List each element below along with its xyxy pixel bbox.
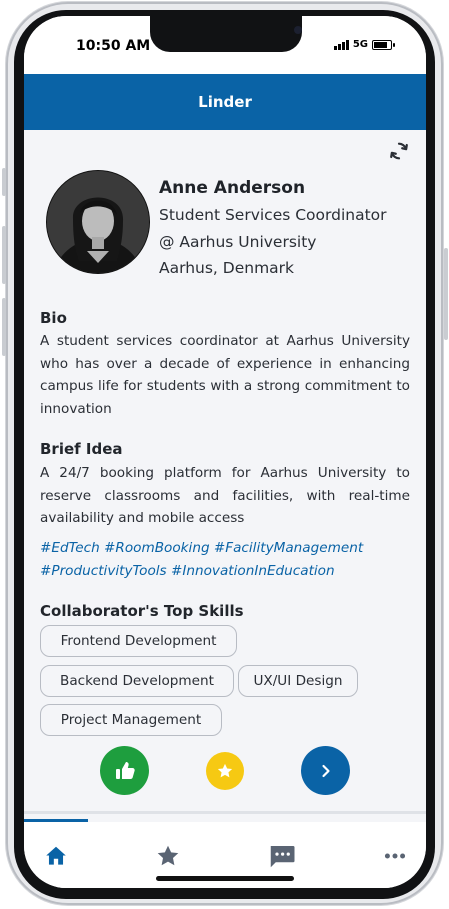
star-icon — [157, 845, 179, 866]
app-screen: 10:50 AM 5G Linder Anne Anderson Student… — [24, 16, 426, 888]
notch — [150, 16, 302, 52]
like-button[interactable] — [100, 746, 149, 795]
status-time: 10:50 AM — [76, 38, 151, 54]
app-title: Linder — [198, 93, 252, 111]
skill-chip: Backend Development — [40, 665, 234, 697]
nav-messages[interactable] — [262, 840, 302, 872]
idea-hashtags[interactable]: #EdTech #RoomBooking #FacilityManagement… — [40, 537, 420, 582]
thumbs-up-icon — [115, 761, 135, 779]
network-type: 5G — [352, 39, 368, 50]
idea-title: Brief Idea — [40, 440, 123, 458]
home-indicator[interactable] — [156, 876, 294, 881]
chat-icon — [270, 846, 295, 868]
profile-role: Student Services Coordinator — [159, 206, 387, 224]
side-button — [2, 168, 6, 196]
battery-icon — [372, 39, 395, 50]
favorite-button[interactable] — [206, 752, 244, 790]
side-button — [444, 248, 448, 340]
nav-more[interactable] — [375, 840, 415, 872]
signal-icon — [333, 39, 349, 50]
home-icon — [46, 846, 66, 865]
more-icon — [384, 853, 406, 859]
skill-chip: Project Management — [40, 704, 222, 736]
bio-text: A student services coordinator at Aarhus… — [40, 333, 410, 417]
skills-title: Collaborator's Top Skills — [40, 602, 244, 620]
status-bar: 10:50 AM 5G — [24, 16, 426, 74]
status-indicators: 5G — [333, 39, 395, 50]
active-tab-indicator — [24, 819, 88, 822]
chevron-right-icon — [321, 764, 330, 777]
skill-chip: Frontend Development — [40, 625, 237, 657]
side-button — [2, 298, 6, 356]
camera-icon — [294, 26, 302, 34]
app-header: Linder — [24, 74, 426, 130]
side-button — [2, 226, 6, 284]
nav-home[interactable] — [36, 840, 76, 872]
divider — [24, 811, 426, 814]
avatar — [46, 170, 150, 274]
star-icon — [217, 763, 233, 778]
next-button[interactable] — [301, 746, 350, 795]
profile-name: Anne Anderson — [159, 178, 306, 198]
nav-favorites[interactable] — [148, 840, 188, 872]
profile-organization: @ Aarhus University — [159, 233, 317, 251]
idea-text: A 24/7 booking platform for Aarhus Unive… — [40, 465, 410, 526]
skill-chip: UX/UI Design — [238, 665, 358, 697]
refresh-icon[interactable] — [388, 140, 410, 162]
bio-title: Bio — [40, 309, 67, 327]
profile-location: Aarhus, Denmark — [159, 259, 295, 277]
